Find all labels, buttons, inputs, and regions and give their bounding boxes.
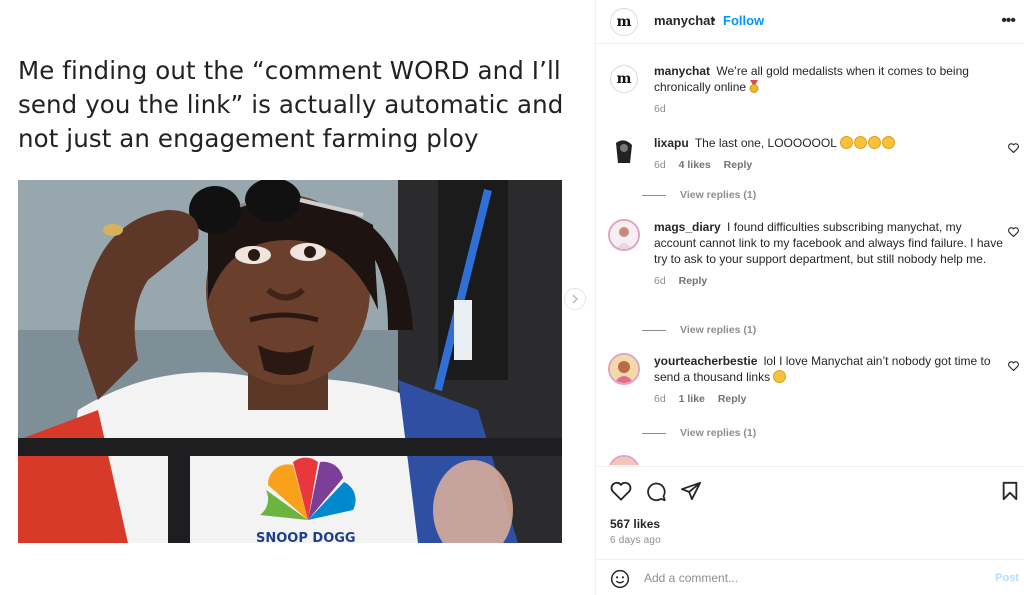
view-replies-button[interactable]: View replies (1) [642, 324, 756, 336]
comment-text: The last one, LOOOOOOL [694, 136, 837, 150]
account-avatar[interactable]: m [610, 8, 638, 36]
comment-likes[interactable]: 1 like [679, 393, 705, 405]
comment-avatar[interactable] [608, 455, 640, 465]
post-media: Me finding out the “comment WORD and I’l… [0, 0, 595, 595]
reply-button[interactable]: Reply [724, 159, 753, 171]
laughing-emoji-icon [839, 136, 896, 150]
next-media-button[interactable] [564, 288, 586, 310]
view-replies-button[interactable]: View replies (1) [642, 189, 756, 201]
header-separator: • [711, 12, 716, 27]
share-icon[interactable] [680, 481, 702, 501]
post-actions: 567 likes 6 days ago [596, 466, 1024, 558]
comment-icon[interactable] [645, 481, 667, 502]
bookmark-icon[interactable] [1001, 481, 1019, 501]
caption-time: 6d [654, 103, 666, 115]
heart-icon[interactable] [1008, 361, 1019, 371]
post-button[interactable]: Post [995, 572, 1019, 584]
caption-avatar[interactable]: m [610, 65, 638, 93]
likes-count[interactable]: 567 likes [610, 517, 660, 531]
comments-panel: m manychat • Follow ••• m manychat We’re… [595, 0, 1024, 595]
post-time: 6 days ago [610, 535, 661, 546]
comment-username[interactable]: mags_diary [654, 220, 721, 234]
post-header: m manychat • Follow ••• [596, 0, 1024, 44]
comment-input[interactable] [644, 569, 974, 587]
view-replies-label: View replies (1) [680, 189, 757, 201]
view-replies-label: View replies (1) [680, 324, 757, 336]
medal-emoji-icon [749, 80, 759, 93]
comment-likes[interactable]: 4 likes [679, 159, 711, 171]
comment-composer: Post [596, 559, 1024, 595]
heart-icon[interactable] [1008, 227, 1019, 237]
meme-caption: Me finding out the “comment WORD and I’l… [18, 56, 564, 153]
comment-time: 6d [654, 159, 666, 171]
laughing-emoji-icon [773, 370, 787, 384]
chevron-right-icon [572, 294, 579, 304]
comment-avatar[interactable] [608, 135, 640, 167]
caption-username[interactable]: manychat [654, 64, 710, 78]
comment-avatar[interactable] [608, 219, 640, 251]
comments-list[interactable]: m manychat We’re all gold medalists when… [596, 45, 1024, 465]
comment-username[interactable]: yourteacherbestie [654, 354, 757, 368]
comment-avatar[interactable] [608, 353, 640, 385]
heart-icon[interactable] [1008, 143, 1019, 153]
comment-time: 6d [654, 275, 666, 287]
view-replies-label: View replies (1) [680, 427, 757, 439]
manychat-logo-icon: m [616, 14, 632, 30]
header-username[interactable]: manychat [654, 13, 715, 28]
photo-illustration: SNOOP DOGG [18, 180, 562, 543]
comment-username[interactable]: lixapu [654, 136, 689, 150]
photo-sign-text: SNOOP DOGG [256, 531, 356, 543]
view-replies-button[interactable]: View replies (1) [642, 427, 756, 439]
post-photo[interactable]: SNOOP DOGG [18, 180, 562, 543]
comment-time: 6d [654, 393, 666, 405]
emoji-icon[interactable] [610, 569, 630, 589]
more-icon[interactable]: ••• [1001, 12, 1016, 30]
follow-button[interactable]: Follow [723, 13, 764, 28]
heart-icon[interactable] [610, 481, 632, 501]
manychat-logo-icon: m [616, 71, 632, 87]
reply-button[interactable]: Reply [679, 275, 708, 287]
reply-button[interactable]: Reply [718, 393, 747, 405]
